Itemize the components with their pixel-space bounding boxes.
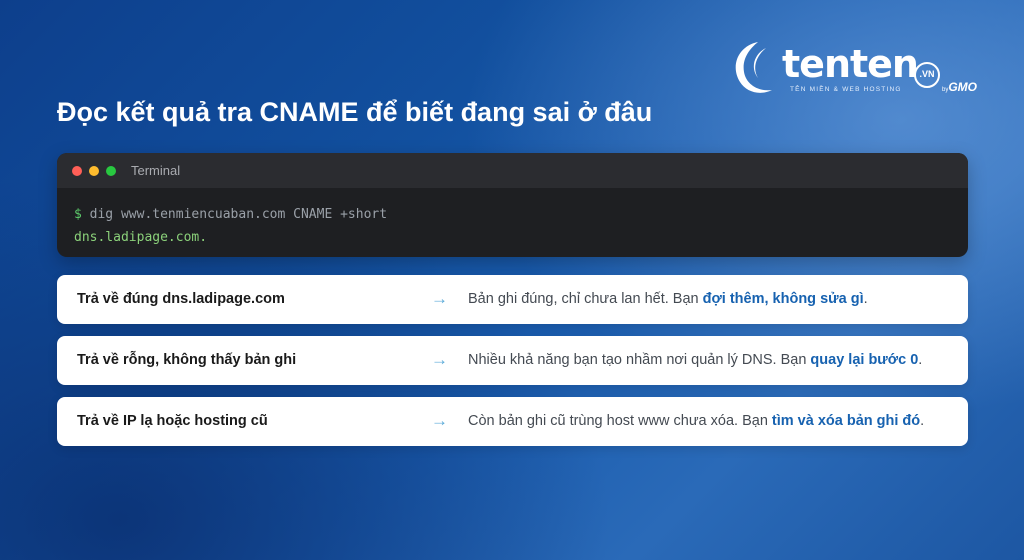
result-action: đợi thêm, không sửa gì: [702, 291, 864, 307]
minimize-dot-icon[interactable]: [89, 166, 99, 176]
logo-wordmark: tenten: [782, 42, 919, 86]
result-action: tìm và xóa bản ghi đó: [771, 413, 921, 429]
result-label: Trả về đúng dns.ladipage.com: [77, 291, 285, 307]
page-title: Đọc kết quả tra CNAME để biết đang sai ở…: [57, 97, 653, 127]
result-description: Nhiều khả năng bạn tạo nhầm nơi quản lý …: [468, 352, 922, 368]
result-row-correct: Trả về đúng dns.ladipage.com → Bản ghi đ…: [57, 275, 968, 324]
result-desc-text: Nhiều khả năng bạn tạo nhầm nơi quản lý …: [468, 352, 811, 368]
logo-gmo-text: GMO: [948, 80, 978, 94]
right-arrow-icon: →: [431, 350, 448, 369]
terminal-title-bar: Terminal: [57, 153, 968, 188]
terminal-output: dns.ladipage.com.: [74, 230, 208, 245]
terminal-command-line: $ dig www.tenmiencuaban.com CNAME +short: [74, 203, 968, 226]
logo-vn-badge: .VN: [914, 62, 940, 88]
result-desc-end: .: [918, 352, 923, 368]
result-desc-end: .: [920, 413, 925, 429]
terminal-title: Terminal: [131, 163, 181, 178]
right-arrow-icon: →: [431, 411, 448, 430]
result-desc-text: Còn bản ghi cũ trùng host www chưa xóa. …: [468, 413, 772, 429]
result-desc-text: Bản ghi đúng, chỉ chưa lan hết. Bạn: [468, 291, 703, 307]
result-row-old-ip: Trả về IP lạ hoặc hosting cũ → Còn bản g…: [57, 397, 968, 446]
close-dot-icon[interactable]: [72, 166, 82, 176]
result-row-empty: Trả về rỗng, không thấy bản ghi → Nhiều …: [57, 336, 968, 385]
logo-by-gmo: byGMO: [942, 78, 977, 96]
logo-tagline: TÊN MIỀN & WEB HOSTING: [790, 86, 902, 93]
result-action: quay lại bước 0: [810, 352, 919, 368]
result-label: Trả về rỗng, không thấy bản ghi: [77, 352, 297, 368]
terminal-prompt: $: [74, 207, 82, 222]
maximize-dot-icon[interactable]: [106, 166, 116, 176]
result-list: Trả về đúng dns.ladipage.com → Bản ghi đ…: [57, 275, 968, 458]
tenten-logo: tenten .VN TÊN MIỀN & WEB HOSTING byGMO: [728, 38, 990, 100]
result-description: Còn bản ghi cũ trùng host www chưa xóa. …: [468, 413, 924, 429]
terminal-window: Terminal $ dig www.tenmiencuaban.com CNA…: [57, 153, 968, 257]
terminal-body[interactable]: $ dig www.tenmiencuaban.com CNAME +short…: [57, 188, 968, 249]
result-label: Trả về IP lạ hoặc hosting cũ: [77, 413, 268, 429]
result-description: Bản ghi đúng, chỉ chưa lan hết. Bạn đợi …: [468, 291, 868, 307]
right-arrow-icon: →: [431, 289, 448, 308]
result-desc-end: .: [863, 291, 868, 307]
swoosh-logo-icon: [735, 42, 772, 93]
terminal-command: dig www.tenmiencuaban.com CNAME +short: [89, 207, 388, 222]
